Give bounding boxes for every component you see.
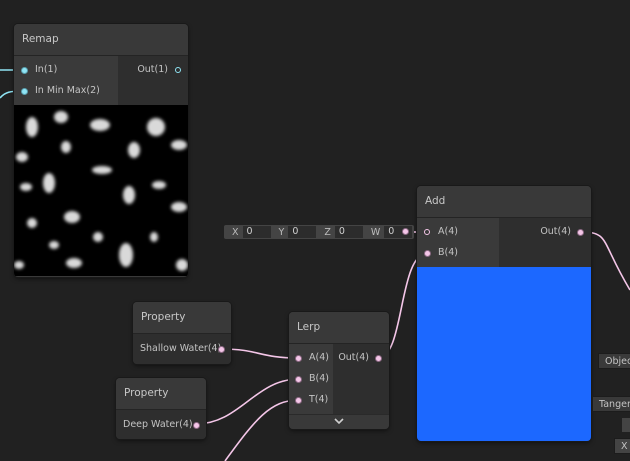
lerp-expand-toggle[interactable] — [289, 414, 389, 429]
lerp-node-title: Lerp — [289, 312, 389, 344]
tangent-node-partial[interactable]: Tangen — [592, 396, 630, 412]
add-node[interactable]: Add A(4) B(4) Out(4) — [417, 186, 591, 441]
noise-preview-image — [14, 111, 188, 271]
add-out-label: Out(4) — [540, 226, 571, 237]
property-shallow-title: Property — [133, 302, 231, 334]
chevron-down-icon — [334, 418, 344, 425]
remap-input-column: In(1) In Min Max(2) — [14, 56, 118, 105]
remap-node-title: Remap — [14, 24, 188, 56]
add-a-vector-input[interactable]: X 0 Y 0 Z 0 W 0 — [224, 225, 414, 239]
add-input-column: A(4) B(4) — [417, 218, 499, 267]
property-deep-title: Property — [116, 378, 206, 410]
wire-deep-lerp-b — [195, 378, 300, 425]
lerp-node[interactable]: Lerp A(4) B(4) T(4) Out(4) — [289, 312, 389, 429]
lerp-t-label: T(4) — [309, 394, 329, 405]
remap-in-min-max-label: In Min Max(2) — [35, 85, 100, 96]
add-ports: A(4) B(4) Out(4) — [417, 218, 591, 267]
shallow-water-port[interactable] — [218, 346, 225, 353]
remap-ports: In(1) In Min Max(2) Out(1) — [14, 56, 188, 105]
remap-node[interactable]: Remap In(1) In Min Max(2) Out(1) — [14, 24, 188, 277]
vector-z-field[interactable]: 0 — [334, 226, 363, 238]
vector-y-label: Y — [278, 226, 285, 238]
add-output-column: Out(4) — [499, 218, 591, 267]
remap-output-column: Out(1) — [118, 56, 188, 105]
add-node-title: Add — [417, 186, 591, 218]
lerp-out-port[interactable] — [375, 355, 382, 362]
remap-out-port[interactable] — [175, 67, 181, 73]
deep-water-label: Deep Water(4) — [123, 419, 193, 430]
vector-z-label: Z — [324, 226, 331, 238]
lerp-input-column: A(4) B(4) T(4) — [289, 344, 333, 414]
add-color-preview — [417, 267, 591, 441]
add-a-label: A(4) — [438, 226, 458, 237]
lerp-a-label: A(4) — [309, 352, 329, 363]
remap-out-label: Out(1) — [137, 64, 168, 75]
add-out-port[interactable] — [577, 229, 584, 236]
lerp-output-column: Out(4) — [333, 344, 389, 414]
remap-noise-preview — [14, 105, 188, 276]
tangent-node-label: Tangen — [599, 399, 630, 410]
remap-in1-label: In(1) — [35, 64, 58, 75]
property-shallow-ports: Shallow Water(4) — [133, 334, 231, 364]
shallow-water-label: Shallow Water(4) — [140, 343, 222, 354]
lerp-t-port[interactable] — [295, 397, 302, 404]
add-a-port[interactable] — [424, 229, 430, 235]
vector-y-field[interactable]: 0 — [288, 226, 317, 238]
property-deep-ports: Deep Water(4) — [116, 410, 206, 439]
x-field-label: X — [621, 441, 628, 452]
deep-water-port[interactable] — [193, 422, 200, 429]
lerp-a-port[interactable] — [295, 355, 302, 362]
vector-w-label: W — [370, 226, 381, 238]
lerp-out-label: Out(4) — [338, 352, 369, 363]
remap-in1-port[interactable] — [21, 67, 28, 74]
add-b-label: B(4) — [438, 247, 458, 258]
lerp-b-port[interactable] — [295, 376, 302, 383]
add-b-port[interactable] — [424, 250, 431, 257]
right-edge-field — [622, 418, 630, 432]
object-node-label: Objec — [605, 356, 630, 367]
vector-x-label: X — [232, 226, 239, 238]
lerp-ports: A(4) B(4) T(4) Out(4) — [289, 344, 389, 414]
property-shallow-water-node[interactable]: Property Shallow Water(4) — [133, 302, 231, 364]
vector-x-field[interactable]: 0 — [242, 226, 271, 238]
wire-shallow-lerp-a — [220, 348, 300, 359]
lerp-b-label: B(4) — [309, 373, 329, 384]
vector-input-port[interactable] — [402, 228, 409, 235]
x-field-partial[interactable]: X — [614, 438, 630, 454]
remap-in-min-max-port[interactable] — [21, 88, 28, 95]
property-deep-water-node[interactable]: Property Deep Water(4) — [116, 378, 206, 439]
object-node-partial[interactable]: Objec — [598, 353, 630, 369]
